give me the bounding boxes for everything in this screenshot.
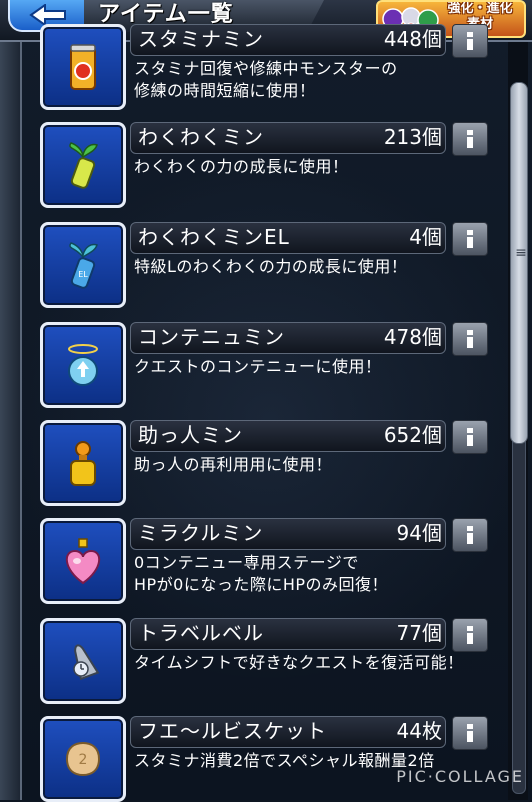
item-name: ミラクルミン	[138, 521, 264, 545]
item-row-miracle[interactable]: ミラクルミン 94個 0コンテニュー専用ステージで HPが0になった際にHPのみ…	[40, 518, 500, 604]
svg-text:2: 2	[79, 752, 88, 768]
item-name: わくわくミンEL	[138, 225, 290, 249]
item-name: フエ～ルビスケット	[138, 719, 327, 743]
item-row-stamina[interactable]: スタミナミン 448個 スタミナ回復や修練中モンスターの 修練の時間短縮に使用！	[40, 24, 500, 110]
info-icon	[467, 330, 473, 348]
item-name: スタミナミン	[138, 27, 264, 51]
item-name: トラベルベル	[138, 621, 264, 645]
item-icon-box: EL	[40, 222, 126, 308]
miracle-heart-icon	[65, 538, 101, 585]
item-icon-box	[40, 122, 126, 208]
item-row-wakuwaku-el[interactable]: EL わくわくミンEL 4個 特級Lのわくわくの力の成長に使用！	[40, 222, 500, 308]
info-icon	[467, 526, 473, 544]
item-icon-box	[40, 24, 126, 110]
scrollbar[interactable]: ≡	[508, 42, 528, 800]
item-count: 4個	[409, 225, 442, 249]
info-button[interactable]	[452, 122, 488, 156]
scroll-thumb[interactable]: ≡	[510, 82, 528, 444]
item-count: 213個	[383, 125, 442, 149]
info-button[interactable]	[452, 322, 488, 356]
info-icon	[467, 230, 473, 248]
item-icon-box	[40, 322, 126, 408]
item-name: 助っ人ミン	[138, 423, 243, 447]
item-description: 助っ人の再利用用に使用！	[134, 455, 333, 474]
item-row-helper[interactable]: 助っ人ミン 652個 助っ人の再利用用に使用！	[40, 420, 500, 506]
travel-bell-icon	[73, 644, 100, 681]
svg-text:EL: EL	[78, 270, 88, 279]
info-button[interactable]	[452, 222, 488, 256]
back-arrow-icon	[29, 4, 66, 26]
item-name: わくわくミン	[138, 125, 264, 149]
stamina-can-icon	[70, 44, 96, 90]
item-count: 94個	[396, 521, 442, 545]
item-row-wakuwaku[interactable]: わくわくミン 213個 わくわくの力の成長に使用！	[40, 122, 500, 208]
info-button[interactable]	[452, 518, 488, 552]
info-button[interactable]	[452, 716, 488, 750]
continue-potion-icon	[68, 344, 98, 386]
item-description: タイムシフトで好きなクエストを復活可能！	[134, 653, 464, 672]
item-description: 特級Lのわくわくの力の成長に使用！	[134, 257, 408, 276]
sprout-bottle-el-icon: EL	[69, 242, 98, 289]
item-count: 448個	[383, 27, 442, 51]
item-row-travel-bell[interactable]: トラベルベル 77個 タイムシフトで好きなクエストを復活可能！	[40, 618, 500, 704]
watermark: PIC·COLLAGE	[396, 767, 524, 786]
helper-bottle-icon	[70, 441, 96, 486]
item-icon-box	[40, 420, 126, 506]
item-description: 0コンテニュー専用ステージで HPが0になった際にHPのみ回復！	[134, 553, 389, 594]
info-icon	[467, 626, 473, 644]
info-icon	[467, 724, 473, 742]
info-button[interactable]	[452, 618, 488, 652]
item-description: クエストのコンテニューに使用！	[134, 357, 382, 376]
info-button[interactable]	[452, 24, 488, 58]
item-row-biscuit[interactable]: 2 フエ～ルビスケット 44枚 スタミナ消費2倍でスペシャル報酬量2倍	[40, 716, 500, 802]
info-icon	[467, 130, 473, 148]
item-icon-box	[40, 518, 126, 604]
item-description: スタミナ回復や修練中モンスターの 修練の時間短縮に使用！	[134, 59, 398, 100]
evolution-materials-label-line1: 強化・進化	[447, 1, 513, 16]
item-row-continue[interactable]: コンテニュミン 478個 クエストのコンテニューに使用！	[40, 322, 500, 408]
scroll-grip-icon: ≡	[515, 245, 527, 261]
sprout-bottle-icon	[69, 142, 98, 189]
item-icon-box: 2	[40, 716, 126, 802]
left-frame-rail	[0, 40, 22, 800]
item-count: 44枚	[396, 719, 442, 743]
item-count: 478個	[383, 325, 442, 349]
item-description: わくわくの力の成長に使用！	[134, 157, 349, 176]
item-icon-box	[40, 618, 126, 704]
info-icon	[467, 32, 473, 50]
item-count: 77個	[396, 621, 442, 645]
item-name: コンテニュミン	[138, 325, 285, 349]
info-icon	[467, 428, 473, 446]
item-count: 652個	[383, 423, 442, 447]
biscuit-icon: 2	[65, 741, 101, 777]
info-button[interactable]	[452, 420, 488, 454]
